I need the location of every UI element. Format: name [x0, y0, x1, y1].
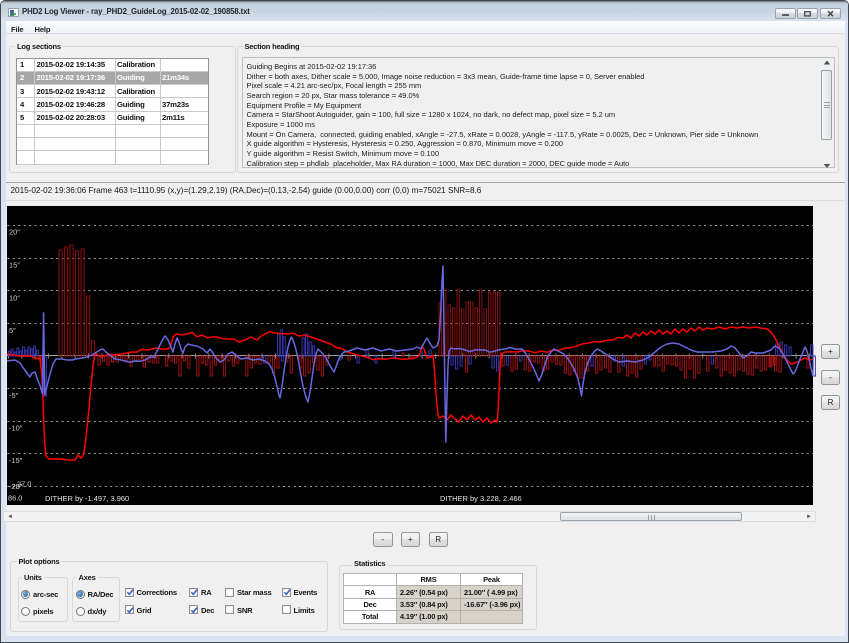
svg-text:DITHER by 3.228, 2.466: DITHER by 3.228, 2.466: [440, 494, 522, 503]
svg-text:20″: 20″: [9, 228, 20, 237]
svg-text:5″: 5″: [9, 326, 16, 335]
svg-text:-20″: -20″: [9, 482, 23, 491]
svg-text:-10″: -10″: [9, 424, 23, 433]
svg-text:10″: 10″: [9, 294, 20, 303]
svg-text:15″: 15″: [9, 261, 20, 270]
svg-text:-5″: -5″: [9, 391, 19, 400]
svg-text:DITHER by -1.497, 3.960: DITHER by -1.497, 3.960: [45, 494, 129, 503]
svg-text:86.0: 86.0: [8, 494, 22, 503]
svg-text:-15″: -15″: [9, 456, 23, 465]
